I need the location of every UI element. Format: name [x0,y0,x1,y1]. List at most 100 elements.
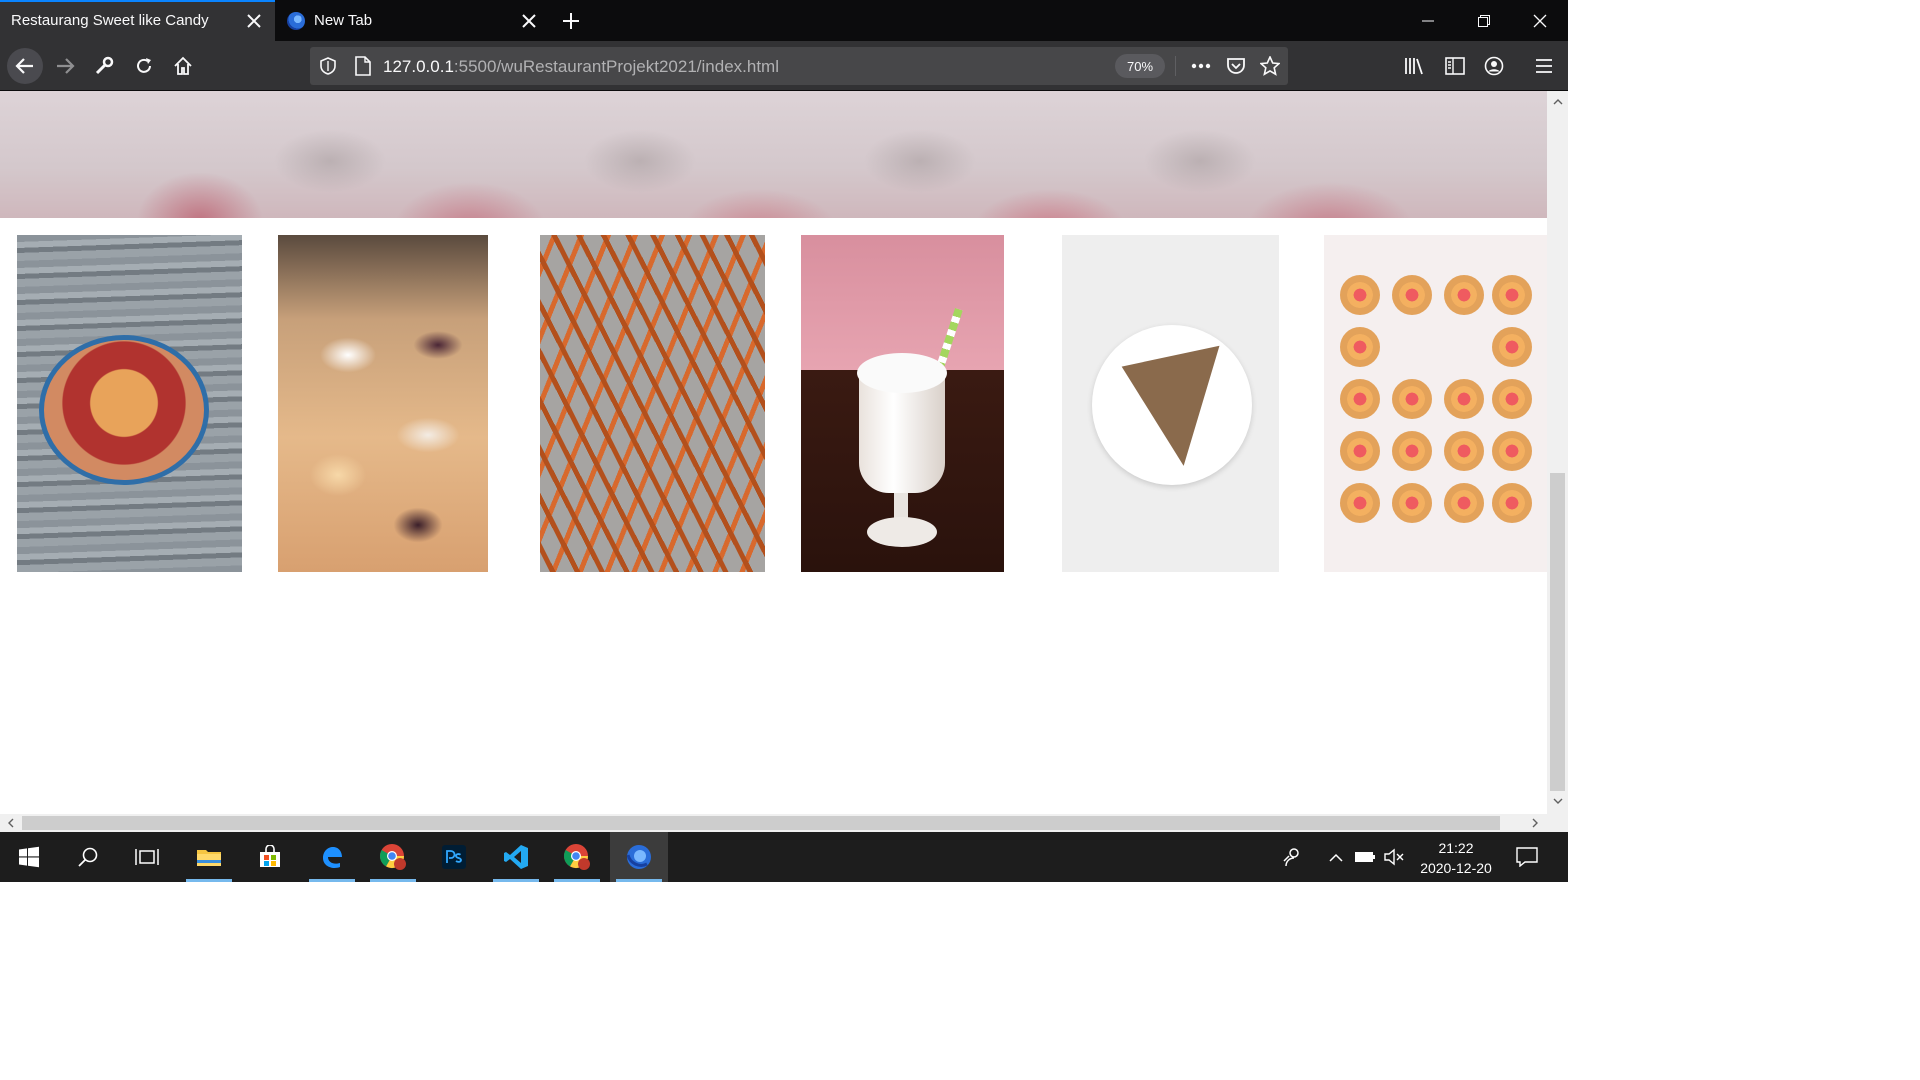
windows-logo-icon [19,846,39,868]
url-bar[interactable]: 127.0.0.1:5500/wuRestaurantProjekt2021/i… [310,47,1288,85]
store-bag-icon [260,845,280,867]
more-actions-icon[interactable] [1190,55,1212,77]
vertical-scroll-thumb[interactable] [1550,473,1565,791]
notification-center-icon[interactable] [1515,845,1539,869]
page-content [0,91,1547,814]
tab-restaurant[interactable]: Restaurang Sweet like Candy [0,0,275,41]
home-button[interactable] [165,48,201,84]
forward-button[interactable] [47,48,83,84]
search-button[interactable] [59,832,117,882]
url-host: 127.0.0.1 [383,57,454,76]
scroll-left-icon[interactable] [2,815,18,831]
reload-button[interactable] [126,48,162,84]
gallery-image-fries[interactable] [540,235,765,572]
tart-shape [1492,483,1532,523]
gallery-image-pastries[interactable] [278,235,488,572]
library-button[interactable] [1397,48,1433,84]
tab-new-tab[interactable]: New Tab [275,0,550,41]
chrome-icon [563,844,590,870]
gallery-image-acai-bowl[interactable] [17,235,242,572]
hero-banner-image [0,91,1547,218]
battery-icon[interactable] [1353,845,1377,869]
shield-icon[interactable] [317,55,339,77]
url-path: :5500/wuRestaurantProjekt2021/index.html [453,57,779,76]
pocket-icon[interactable] [1225,55,1247,77]
sidebar-icon [1445,57,1465,75]
navigation-toolbar: 127.0.0.1:5500/wuRestaurantProjekt2021/i… [0,41,1568,91]
restore-button[interactable] [1456,0,1512,41]
firefox-button[interactable] [610,832,668,882]
vscode-icon [504,845,528,869]
new-tab-button[interactable] [550,0,592,41]
tart-shape [1444,431,1484,471]
bowl-shape [39,335,209,485]
gallery-image-pizza[interactable] [1062,235,1279,572]
people-icon[interactable] [1280,845,1304,869]
system-clock[interactable]: 21:22 2020-12-20 [1410,838,1502,878]
arrow-left-icon [15,58,33,74]
restore-icon [1478,14,1490,27]
firefox-icon [287,11,305,30]
tart-shape [1340,379,1380,419]
vscode-button[interactable] [487,832,545,882]
tart-shape [1392,379,1432,419]
close-icon [1533,14,1547,27]
edge-button[interactable] [303,832,361,882]
vertical-scrollbar[interactable] [1547,91,1568,814]
firefox-icon [626,845,651,869]
page-info-icon[interactable] [352,55,374,77]
tart-shape [1492,379,1532,419]
scroll-right-icon[interactable] [1527,815,1543,831]
task-view-button[interactable] [118,832,176,882]
back-button[interactable] [7,48,43,84]
scroll-down-icon[interactable] [1550,793,1566,809]
photoshop-button[interactable] [425,832,483,882]
tab-title: Restaurang Sweet like Candy [11,12,209,29]
divider [1175,56,1176,76]
zoom-level[interactable]: 70% [1115,54,1165,78]
microsoft-store-button[interactable] [241,832,299,882]
tart-shape [1340,431,1380,471]
library-icon [1405,58,1423,75]
tart-shape [1492,275,1532,315]
scroll-up-icon[interactable] [1550,93,1566,109]
start-button[interactable] [0,832,58,882]
gallery-image-milkshake[interactable] [801,235,1004,572]
plus-icon [563,12,579,29]
tart-shape [1392,275,1432,315]
horizontal-scroll-thumb[interactable] [22,816,1500,830]
tart-shape [1392,483,1432,523]
tart-shape [1392,431,1432,471]
arrow-right-icon [57,58,75,74]
chrome-button[interactable] [364,832,422,882]
chrome-button-2[interactable] [548,832,606,882]
minimize-icon [1422,20,1434,21]
home-icon [174,56,192,75]
url-text[interactable]: 127.0.0.1:5500/wuRestaurantProjekt2021/i… [383,57,779,77]
gallery-image-fruit-tarts[interactable] [1324,235,1547,572]
bookmark-star-icon[interactable] [1259,55,1281,77]
close-window-button[interactable] [1512,0,1568,41]
tab-strip: Restaurang Sweet like Candy New Tab [0,0,1568,41]
photoshop-icon [442,845,466,869]
scrollbar-corner [1547,814,1568,832]
sidebar-button[interactable] [1437,48,1473,84]
tools-button[interactable] [86,48,122,84]
chevron-up-icon[interactable] [1324,845,1348,869]
hamburger-icon [1536,59,1552,73]
tart-shape [1340,327,1380,367]
tart-shape [1444,275,1484,315]
close-tab-icon[interactable] [514,6,544,36]
minimize-button[interactable] [1400,0,1456,41]
file-explorer-button[interactable] [180,832,238,882]
account-button[interactable] [1476,48,1512,84]
close-tab-icon[interactable] [239,6,269,36]
edge-icon [323,847,342,868]
reload-icon [137,58,151,73]
horizontal-scrollbar[interactable] [0,814,1547,832]
menu-button[interactable] [1526,48,1562,84]
folder-icon [197,850,221,866]
volume-muted-icon[interactable] [1382,845,1406,869]
tart-shape [1492,431,1532,471]
whipped-cream-shape [857,353,947,393]
